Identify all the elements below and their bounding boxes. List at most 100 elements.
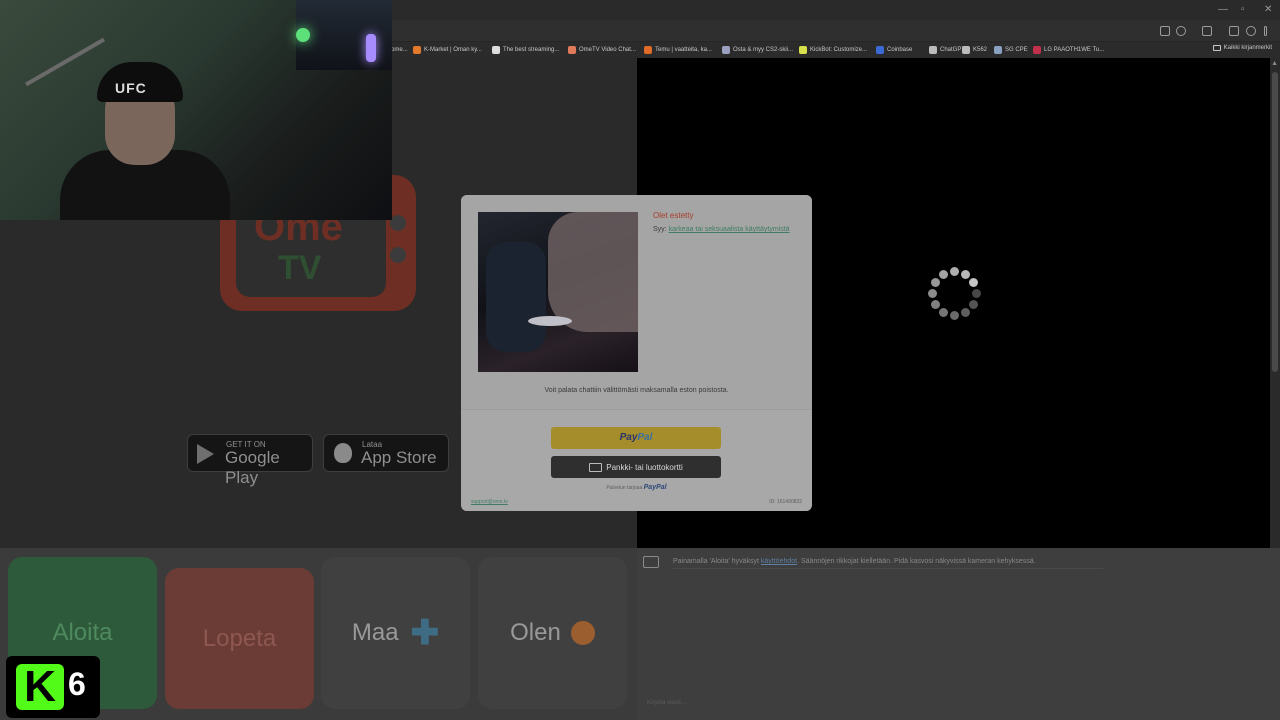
chat-input[interactable]: Kirjoita viesti... <box>647 700 686 706</box>
ban-id: ID: 161490832 <box>769 499 802 505</box>
spinner-dot <box>969 300 979 309</box>
kickbot-icon <box>799 46 807 54</box>
chat-divider <box>673 568 1103 569</box>
snapshot-figure-dark <box>486 242 546 352</box>
chat-icon <box>643 556 659 568</box>
apple-icon <box>334 443 352 463</box>
terms-link[interactable]: käyttöehdot <box>761 558 797 565</box>
google-play-button[interactable]: GET IT ON Google Play <box>187 434 313 487</box>
scrollbar-thumb[interactable] <box>1272 72 1278 372</box>
chat-message-suffix: . Säännöjen rikkojat kielletään. Pidä ka… <box>797 558 1036 565</box>
bookmark-item[interactable]: Osta & myy CS2-skii... <box>722 45 793 55</box>
spinner-dot <box>939 269 948 279</box>
bookmark-label: Temu | vaatteita, ka... <box>655 47 712 53</box>
bookmark-label: The best streaming... <box>503 47 560 53</box>
k562-icon <box>962 46 970 54</box>
boy-face-icon <box>570 621 595 645</box>
spinner-dot <box>930 300 940 309</box>
sgcpe-icon <box>994 46 1002 54</box>
spinner-dot <box>950 267 959 276</box>
app-store-label: App Store <box>361 448 437 467</box>
card-payment-label: Pankki- tai luottokortti <box>606 462 683 472</box>
chat-panel[interactable]: Painamalla 'Aloita' hyväksyt käyttöehdot… <box>637 548 1280 720</box>
logo-knob-2 <box>390 247 406 263</box>
spinner-dot <box>950 311 959 320</box>
bookmark-item[interactable]: KickBot: Customize... <box>799 45 867 55</box>
cs-icon <box>722 46 730 54</box>
bookmark-item[interactable]: The best streaming... <box>492 45 559 55</box>
bookmark-label: Osta & myy CS2-skii... <box>733 47 794 53</box>
country-button[interactable]: Maa ✚ <box>321 557 470 709</box>
spinner-dot <box>930 278 940 287</box>
webcam-background-window <box>296 0 392 70</box>
extensions-icon[interactable] <box>1202 26 1212 36</box>
bookmark-item[interactable]: LG PAAOTH1WE Tu... <box>1033 45 1104 55</box>
powered-by: Palvelun tarjoaa PayPal <box>461 484 812 491</box>
paypal-button[interactable]: PayPal <box>551 427 721 449</box>
bookmark-item[interactable]: OmeTV Video Chat... <box>568 45 636 55</box>
bookmarks-folder-label: Kaikki kirjanmerkit <box>1223 45 1272 51</box>
bookmark-label: K562 <box>973 47 988 53</box>
streamer-webcam: UFC <box>0 0 392 220</box>
credit-card-icon <box>589 462 603 472</box>
profile-icon[interactable] <box>1246 26 1256 36</box>
app-store-button[interactable]: Lataa App Store <box>323 434 449 472</box>
bookmark-label: SG CPE <box>1005 47 1028 53</box>
bookmark-item[interactable]: Coinbase <box>876 45 912 55</box>
bookmark-item[interactable]: Temu | vaatteita, ka... <box>644 45 712 55</box>
temu-icon <box>644 46 652 54</box>
webcam-purple-light <box>366 34 376 62</box>
k6-number: 6 <box>68 666 86 702</box>
install-icon[interactable] <box>1160 26 1170 36</box>
plus-icon: ✚ <box>410 614 440 652</box>
bookmark-item[interactable]: ChatGPT <box>929 45 965 55</box>
bookmark-label: LG PAAOTH1WE Tu... <box>1044 47 1105 53</box>
bookmark-label: K-Market | Oman ky... <box>424 47 482 53</box>
kick-logo-icon: K <box>16 664 64 710</box>
webcam-mic-arm <box>25 37 105 87</box>
bookmark-item[interactable]: K-Market | Oman ky... <box>413 45 482 55</box>
minimize-icon[interactable]: — <box>1218 4 1228 15</box>
coinbase-icon <box>876 46 884 54</box>
card-payment-button[interactable]: Pankki- tai luottokortti <box>551 456 721 478</box>
maximize-icon[interactable]: ▫ <box>1241 4 1245 15</box>
powered-by-brand: PayPal <box>643 484 667 491</box>
spinner-dot <box>939 308 948 318</box>
stop-button[interactable]: Lopeta <box>165 568 314 709</box>
scroll-up-icon[interactable]: ▲ <box>1271 60 1278 67</box>
gender-button[interactable]: Olen <box>478 557 627 709</box>
support-email-link[interactable]: support@ome.tv <box>471 499 508 505</box>
reason-link[interactable]: karkeaa tai seksuaalista käyttäytymistä <box>669 226 790 233</box>
bookmark-item[interactable]: K562 <box>962 45 987 55</box>
bookmark-item[interactable]: SG CPE <box>994 45 1028 55</box>
tab-search-icon[interactable] <box>1229 26 1239 36</box>
country-label: Maa <box>351 619 399 646</box>
spinner-dot <box>969 278 979 287</box>
diamond-icon <box>492 46 500 54</box>
reason-label: Syy: <box>653 226 667 233</box>
powered-by-text: Palvelun tarjoaa <box>606 485 643 491</box>
bookmark-label: Coinbase <box>887 47 913 53</box>
star-icon[interactable] <box>1176 26 1186 36</box>
close-icon[interactable]: ✕ <box>1264 4 1272 15</box>
logo-text-tv: TV <box>278 249 322 287</box>
stop-label: Lopeta <box>202 624 277 652</box>
chat-message: Painamalla 'Aloita' hyväksyt käyttöehdot… <box>673 558 1036 565</box>
bookmark-label: KickBot: Customize... <box>810 47 868 53</box>
menu-icon[interactable] <box>1264 26 1267 36</box>
spinner-dot <box>928 289 937 298</box>
snapshot-figure-light <box>548 212 638 332</box>
block-reason: Syy: karkeaa tai seksuaalista käyttäytym… <box>653 225 793 234</box>
chatgpt-icon <box>929 46 937 54</box>
gender-label: Olen <box>510 619 561 646</box>
bookmarks-folder[interactable]: Kaikki kirjanmerkit <box>1212 45 1272 51</box>
page-scrollbar[interactable]: ▲ <box>1270 58 1280 548</box>
webcam-green-light <box>296 28 310 42</box>
blocked-dialog: Olet estetty Syy: karkeaa tai seksuaalis… <box>461 195 812 511</box>
start-label: Aloita <box>52 619 113 646</box>
snapshot-image <box>478 212 638 372</box>
lg-icon <box>1033 46 1041 54</box>
spinner-dot <box>961 269 970 279</box>
logo-knob-1 <box>390 215 406 231</box>
snapshot-highlight <box>528 316 572 326</box>
